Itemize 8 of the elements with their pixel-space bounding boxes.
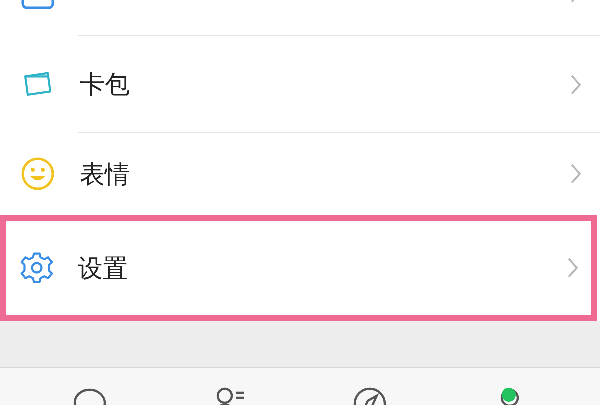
menu-label: 设置: [78, 252, 129, 284]
chevron-right-icon: [567, 257, 579, 279]
settings-icon: [20, 251, 54, 285]
chevron-right-icon: [570, 74, 582, 96]
chevron-right-icon: [570, 163, 582, 185]
menu-label: 卡包: [80, 69, 131, 101]
smiley-icon: [20, 156, 56, 192]
menu-label: 表情: [80, 158, 131, 190]
